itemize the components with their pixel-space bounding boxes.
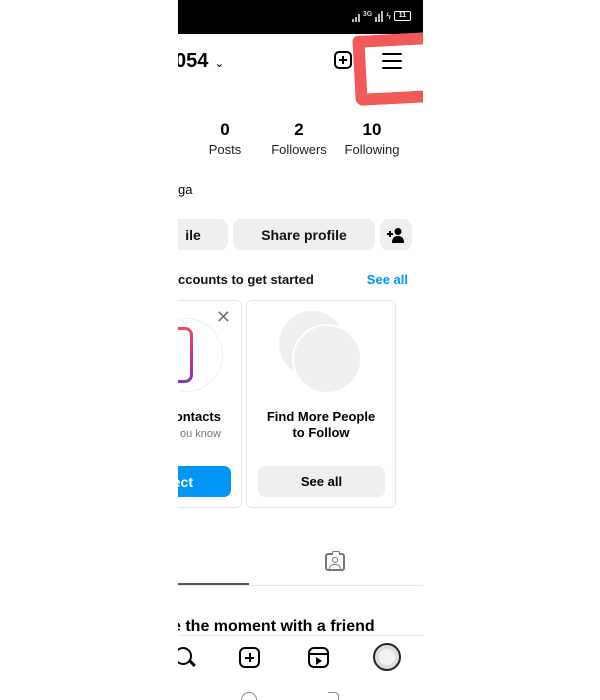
stat-value: 10 (362, 120, 382, 139)
stat-following[interactable]: 10 Following (337, 120, 407, 157)
contacts-icon (178, 327, 193, 383)
close-icon[interactable]: ✕ (216, 308, 231, 326)
suggestion-card-find-people: Find More People to Follow See all (246, 300, 396, 508)
share-profile-button[interactable]: Share profile (233, 219, 375, 250)
edit-profile-button[interactable]: ile (178, 219, 228, 250)
discover-people-title: ccounts to get started (178, 272, 314, 287)
people-placeholder-icon-front (292, 324, 362, 394)
annotation-highlight (352, 31, 423, 107)
card-title-line1: Find More People (266, 409, 376, 424)
profile-avatar[interactable] (373, 643, 401, 671)
battery-level: 11 (394, 11, 411, 21)
search-icon[interactable] (178, 647, 192, 665)
stat-value: 2 (294, 120, 304, 139)
charging-icon: ϟ (386, 11, 391, 21)
signal-icon-2 (375, 10, 384, 22)
discover-people-button[interactable] (380, 219, 412, 250)
tagged-person-icon[interactable] (325, 551, 345, 571)
bottom-navigation (178, 635, 423, 681)
person-add-icon (387, 227, 404, 243)
stat-value: 0 (220, 120, 230, 139)
profile-name: ga (178, 182, 193, 197)
create-post-icon[interactable] (239, 647, 260, 668)
system-back-button[interactable] (328, 692, 339, 700)
see-all-button[interactable]: See all (258, 466, 385, 497)
stat-label: Followers (271, 142, 327, 157)
system-home-button[interactable] (241, 692, 257, 700)
chevron-down-icon: ⌄ (214, 55, 225, 70)
username: 054 (178, 50, 209, 72)
share-moment-prompt: e the moment with a friend (178, 618, 375, 635)
card-title: Find More People to Follow (247, 409, 395, 441)
phone-screen: 3G ϟ 11 054 ⌄ 0 Posts 2 Followers 10 Fol… (178, 0, 423, 700)
stat-followers[interactable]: 2 Followers (264, 120, 334, 157)
signal-icon (351, 10, 360, 22)
profile-tabs (178, 545, 423, 586)
stat-label: Posts (208, 142, 242, 157)
status-bar: 3G ϟ 11 (178, 0, 423, 34)
tab-grid-active-indicator[interactable] (178, 583, 249, 585)
new-post-button[interactable] (334, 51, 352, 69)
reels-icon[interactable] (308, 647, 329, 668)
stat-label: Following (344, 142, 400, 157)
username-switcher[interactable]: 054 ⌄ (178, 50, 224, 73)
card-subtitle: ou know (180, 428, 221, 440)
suggestion-card-contacts: ✕ ontacts ou know ect (178, 300, 242, 508)
see-all-link[interactable]: See all (367, 272, 408, 287)
connect-button[interactable]: ect (178, 466, 231, 497)
card-title-line2: to Follow (292, 425, 350, 440)
stat-posts[interactable]: 0 Posts (190, 120, 260, 157)
network-type: 3G (362, 10, 373, 18)
card-title: ontacts (178, 409, 221, 424)
